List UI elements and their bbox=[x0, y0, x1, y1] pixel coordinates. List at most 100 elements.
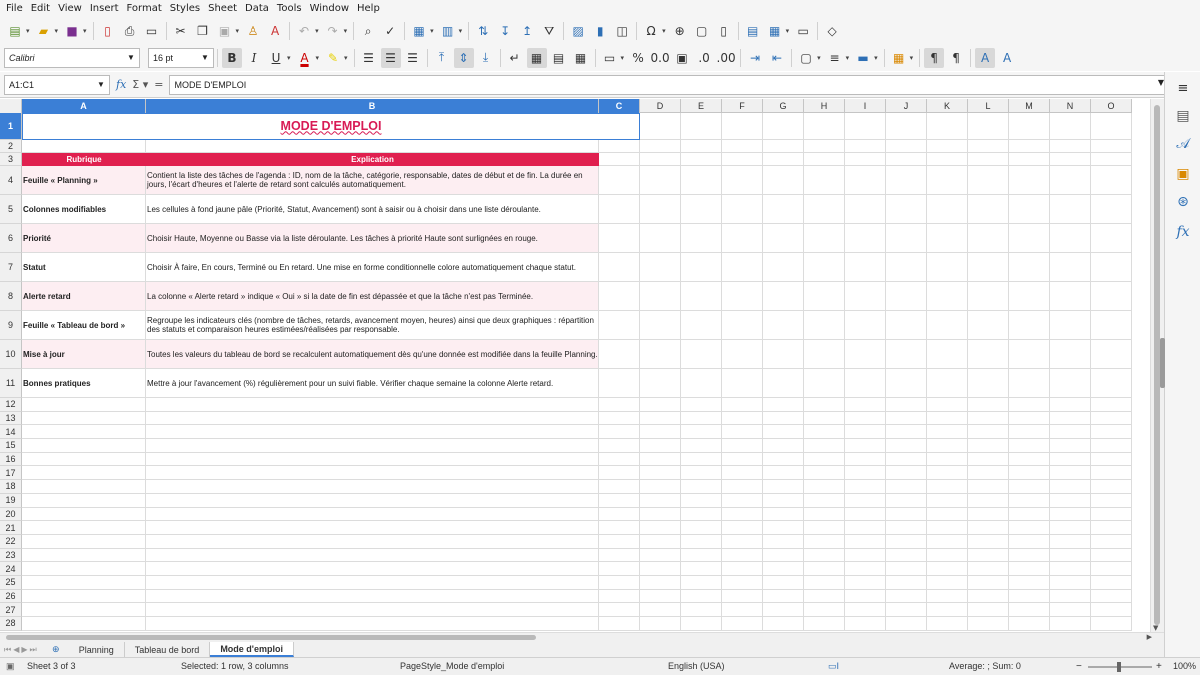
navigator-icon[interactable]: ⊛ bbox=[1173, 192, 1193, 212]
cell[interactable] bbox=[599, 521, 640, 535]
zoom-slider-knob[interactable] bbox=[1117, 662, 1121, 672]
cell[interactable] bbox=[722, 153, 763, 166]
cell[interactable] bbox=[640, 534, 681, 549]
explication-cell[interactable]: Choisir À faire, En cours, Terminé ou En… bbox=[146, 253, 599, 282]
cell[interactable] bbox=[968, 195, 1009, 224]
cell[interactable] bbox=[927, 548, 968, 563]
cell[interactable] bbox=[886, 562, 927, 576]
row-header[interactable]: 21 bbox=[0, 521, 22, 535]
underline-dropdown-icon[interactable]: ▾ bbox=[287, 54, 291, 62]
text-direction-ltr-icon[interactable]: A bbox=[975, 47, 996, 68]
cell[interactable] bbox=[886, 140, 927, 153]
cell[interactable] bbox=[1050, 311, 1091, 340]
cell[interactable] bbox=[927, 282, 968, 311]
cell[interactable] bbox=[146, 140, 599, 153]
cell[interactable] bbox=[681, 140, 722, 153]
highlight-icon[interactable]: ✎ bbox=[323, 48, 343, 68]
cell[interactable] bbox=[804, 369, 845, 398]
cell[interactable] bbox=[1050, 166, 1091, 195]
cell[interactable] bbox=[1009, 224, 1050, 253]
row-header[interactable]: 13 bbox=[0, 411, 22, 426]
tab-mode-d-emploi[interactable]: Mode d'emploi bbox=[210, 642, 294, 657]
gallery-icon[interactable]: ▣ bbox=[1173, 164, 1193, 184]
cell[interactable] bbox=[1009, 311, 1050, 340]
cell[interactable] bbox=[845, 166, 886, 195]
align-left-icon[interactable]: ☰ bbox=[359, 48, 379, 68]
cell[interactable] bbox=[640, 521, 681, 535]
menu-window[interactable]: Window bbox=[306, 0, 353, 17]
cell[interactable] bbox=[640, 562, 681, 576]
cell[interactable] bbox=[763, 166, 804, 195]
cell[interactable] bbox=[681, 452, 722, 467]
cell[interactable] bbox=[599, 311, 640, 340]
cell[interactable] bbox=[640, 507, 681, 522]
save-icon[interactable]: ■ bbox=[62, 21, 82, 41]
cell[interactable] bbox=[845, 224, 886, 253]
cell[interactable] bbox=[640, 340, 681, 369]
cell[interactable] bbox=[722, 195, 763, 224]
cell[interactable] bbox=[722, 507, 763, 522]
cell[interactable] bbox=[722, 411, 763, 426]
cell[interactable] bbox=[763, 369, 804, 398]
cell[interactable] bbox=[722, 493, 763, 508]
pivot-table-icon[interactable]: ◫ bbox=[612, 21, 632, 41]
cell[interactable] bbox=[927, 311, 968, 340]
redo-icon[interactable]: ↷ bbox=[323, 21, 343, 41]
cell[interactable] bbox=[1050, 153, 1091, 166]
cell[interactable] bbox=[22, 534, 146, 549]
cell[interactable] bbox=[640, 466, 681, 481]
scroll-right-icon[interactable]: ▶ bbox=[1147, 633, 1152, 641]
cell[interactable] bbox=[804, 439, 845, 453]
cell[interactable] bbox=[722, 340, 763, 369]
sort-descending-icon[interactable]: ↥ bbox=[517, 21, 537, 41]
cell[interactable] bbox=[640, 195, 681, 224]
cell[interactable] bbox=[804, 452, 845, 467]
cell[interactable] bbox=[927, 224, 968, 253]
chevron-down-icon[interactable]: ▼ bbox=[93, 80, 109, 89]
cell[interactable] bbox=[599, 575, 640, 590]
row-header[interactable]: 27 bbox=[0, 603, 22, 617]
split-window-icon[interactable]: ▭ bbox=[793, 21, 813, 41]
cell[interactable] bbox=[927, 369, 968, 398]
row-header[interactable]: 19 bbox=[0, 493, 22, 508]
delete-decimal-icon[interactable]: .00 bbox=[716, 48, 736, 68]
cell[interactable] bbox=[681, 398, 722, 412]
cell[interactable] bbox=[1050, 369, 1091, 398]
row-header[interactable]: 11 bbox=[0, 369, 22, 398]
explication-cell[interactable]: Choisir Haute, Moyenne ou Basse via la l… bbox=[146, 224, 599, 253]
row-header[interactable]: 8 bbox=[0, 282, 22, 311]
explication-cell[interactable]: Contient la liste des tâches de l'agenda… bbox=[146, 166, 599, 195]
cell[interactable] bbox=[1009, 153, 1050, 166]
cell[interactable] bbox=[763, 617, 804, 631]
find-replace-icon[interactable]: ⌕ bbox=[358, 21, 378, 41]
special-character-icon[interactable]: Ω bbox=[641, 21, 661, 41]
cell[interactable] bbox=[1009, 425, 1050, 440]
define-print-area-icon[interactable]: ▤ bbox=[743, 21, 763, 41]
cell[interactable] bbox=[845, 452, 886, 467]
cell[interactable] bbox=[927, 507, 968, 522]
cell[interactable] bbox=[1091, 603, 1132, 617]
cell[interactable] bbox=[640, 113, 681, 140]
properties-icon[interactable]: ▤ bbox=[1173, 106, 1193, 126]
menu-format[interactable]: Format bbox=[123, 0, 166, 17]
cell[interactable] bbox=[845, 311, 886, 340]
align-bottom-icon[interactable]: ⤓ bbox=[476, 48, 496, 68]
cell[interactable] bbox=[146, 493, 599, 508]
cell[interactable] bbox=[681, 548, 722, 563]
cell[interactable] bbox=[640, 153, 681, 166]
column-header-k[interactable]: K bbox=[927, 99, 968, 113]
wrap-text-icon[interactable]: ↵ bbox=[505, 48, 525, 68]
cell[interactable] bbox=[722, 140, 763, 153]
special-character-dropdown-icon[interactable]: ▾ bbox=[662, 27, 666, 35]
cell[interactable] bbox=[968, 153, 1009, 166]
cell[interactable] bbox=[22, 425, 146, 440]
cell[interactable] bbox=[886, 153, 927, 166]
column-header-n[interactable]: N bbox=[1050, 99, 1091, 113]
cell[interactable] bbox=[886, 507, 927, 522]
cell[interactable] bbox=[1050, 507, 1091, 522]
cell[interactable] bbox=[599, 195, 640, 224]
copy-icon[interactable]: ❐ bbox=[193, 21, 213, 41]
cell[interactable] bbox=[1050, 340, 1091, 369]
cell[interactable] bbox=[927, 562, 968, 576]
styles-icon[interactable]: 𝒜 bbox=[1173, 134, 1193, 154]
